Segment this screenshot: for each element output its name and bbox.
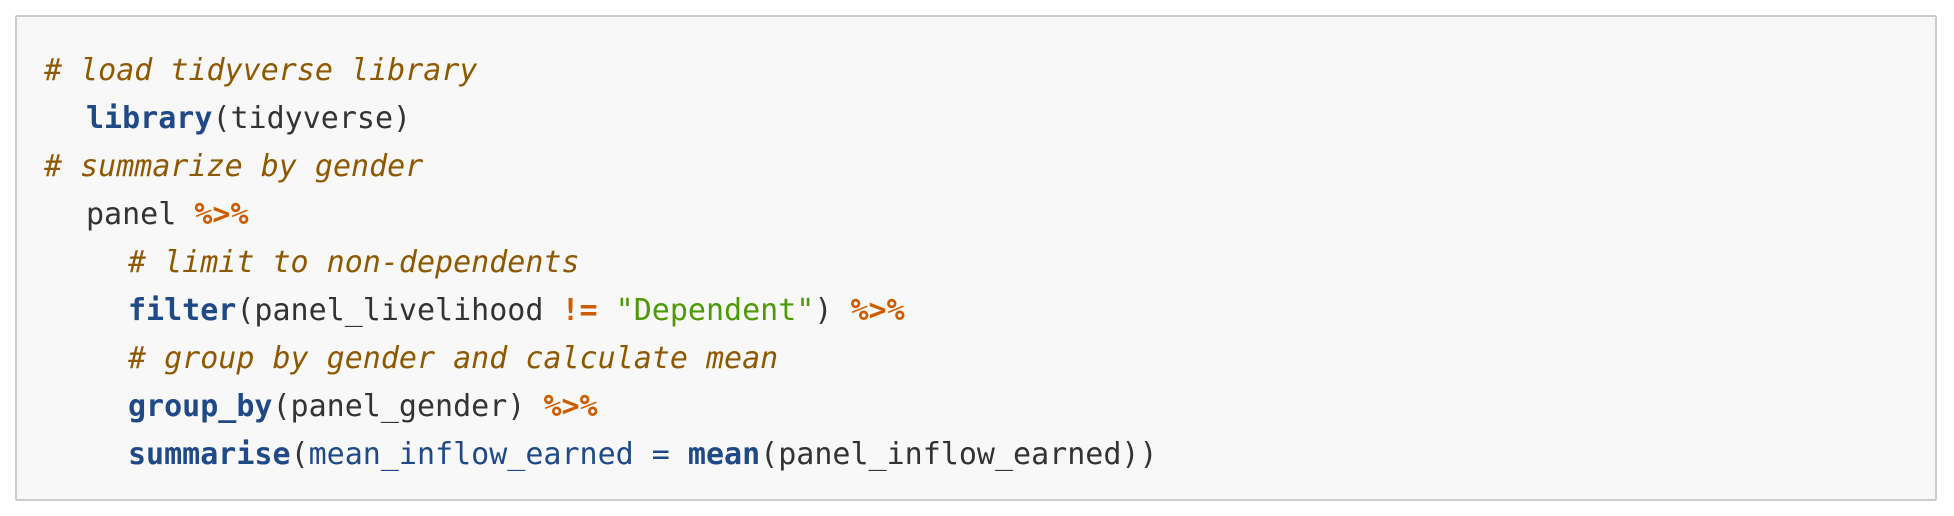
not-equal-operator: !=: [561, 293, 598, 328]
pipe-operator: %>%: [194, 197, 249, 232]
group-by-args: (panel_gender): [272, 389, 544, 424]
filter-close: ): [814, 293, 851, 328]
pipe-operator: %>%: [850, 293, 905, 328]
filter-arg: (panel_livelihood: [236, 293, 562, 328]
code-line-8: group_by(panel_gender) %>%: [44, 383, 1158, 431]
comment-limit: # limit to non-dependents: [128, 245, 580, 280]
code-line-6: filter(panel_livelihood != "Dependent") …: [44, 287, 1158, 335]
fn-summarise: summarise: [128, 437, 291, 472]
code-line-9: summarise(mean_inflow_earned = mean(pane…: [44, 431, 1158, 479]
comment-load-library: # load tidyverse library: [44, 53, 478, 88]
panel-var: panel: [86, 197, 195, 232]
library-args: (tidyverse): [212, 101, 412, 136]
comment-group: # group by gender and calculate mean: [128, 341, 779, 376]
code-line-2: library(tidyverse): [44, 95, 1158, 143]
code-block: # load tidyverse library library(tidyvers…: [15, 15, 1937, 501]
pipe-operator: %>%: [543, 389, 598, 424]
code-line-3: # summarize by gender: [44, 143, 1158, 191]
fn-mean: mean: [687, 437, 761, 472]
var-mean-inflow-earned: mean_inflow_earned: [308, 437, 634, 472]
fn-library: library: [86, 101, 213, 136]
fn-group-by: group_by: [128, 389, 273, 424]
code-line-7: # group by gender and calculate mean: [44, 335, 1158, 383]
code-line-1: # load tidyverse library: [44, 47, 1158, 95]
mean-args: (panel_inflow_earned)): [760, 437, 1158, 472]
code-line-4: panel %>%: [44, 191, 1158, 239]
fn-filter: filter: [128, 293, 237, 328]
summarise-open: (: [290, 437, 309, 472]
comment-summarize: # summarize by gender: [44, 149, 424, 184]
code-line-5: # limit to non-dependents: [44, 239, 1158, 287]
filter-space: [598, 293, 616, 328]
assign-equals: =: [633, 437, 688, 472]
code-content: # load tidyverse library library(tidyvers…: [44, 47, 1158, 479]
string-dependent: "Dependent": [615, 293, 815, 328]
